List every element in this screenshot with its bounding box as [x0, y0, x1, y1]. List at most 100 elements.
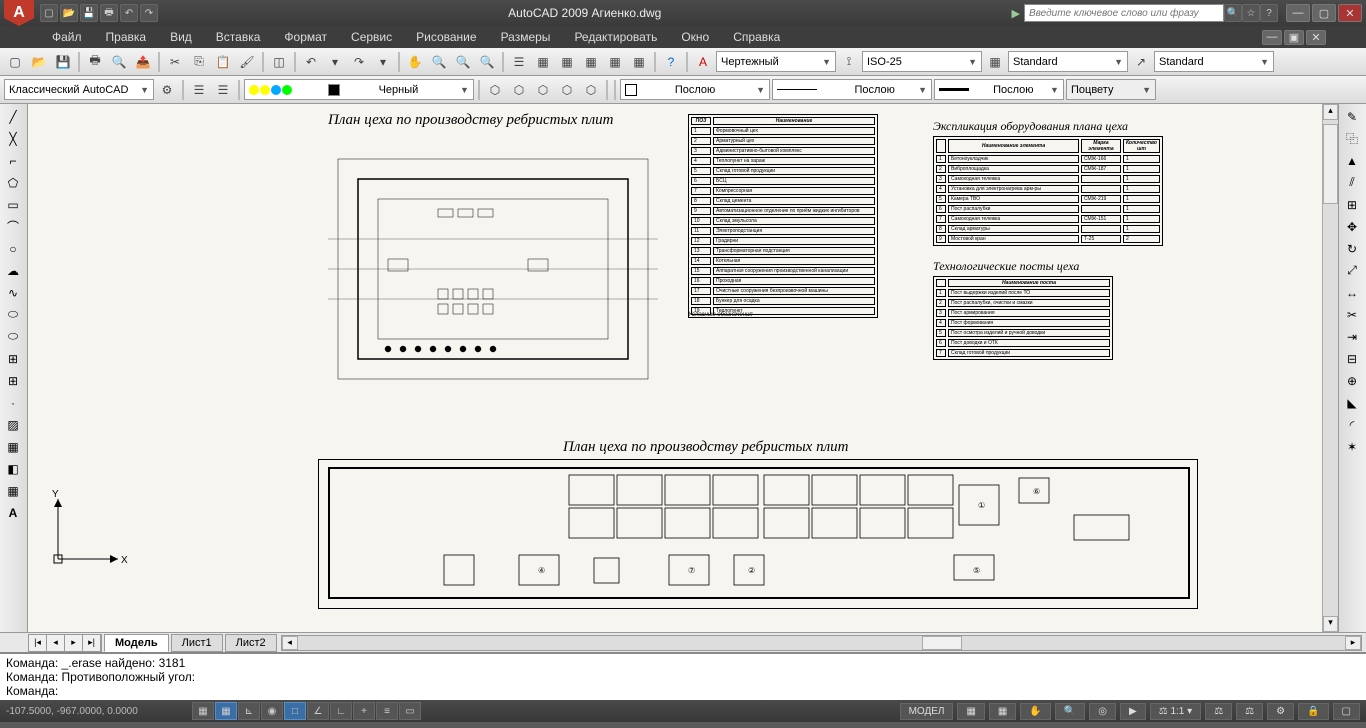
layer-prev-icon[interactable]: ⬡: [580, 79, 602, 101]
save-icon[interactable]: 💾: [52, 51, 74, 73]
table-icon[interactable]: ▦: [2, 480, 24, 501]
quickcalc-icon[interactable]: ▦: [628, 51, 650, 73]
menu-draw[interactable]: Рисование: [404, 26, 488, 48]
spline-icon[interactable]: ∿: [2, 282, 24, 303]
point-icon[interactable]: ·: [2, 392, 24, 413]
linetype-dropdown[interactable]: Послою▼: [772, 79, 932, 100]
ducs-toggle[interactable]: ∟: [330, 702, 352, 720]
pan-icon[interactable]: ✋: [404, 51, 426, 73]
xline-icon[interactable]: ╳: [2, 128, 24, 149]
plot-icon[interactable]: 🖶: [84, 51, 106, 73]
layer-manager-icon[interactable]: ☰: [188, 79, 210, 101]
matchprop-icon[interactable]: 🖌: [236, 51, 258, 73]
minimize-button[interactable]: —: [1286, 4, 1310, 22]
arc-icon[interactable]: ⌒: [2, 216, 24, 237]
textstyle-dropdown[interactable]: Чертежный▼: [716, 51, 836, 72]
workspace-dropdown[interactable]: Классический AutoCAD▼: [4, 79, 154, 100]
dimstyle-dropdown[interactable]: ISO-25▼: [862, 51, 982, 72]
insert-icon[interactable]: ⊞: [2, 348, 24, 369]
plotstyle-dropdown[interactable]: Поцвету▼: [1066, 79, 1156, 100]
scale-icon[interactable]: ⤢: [1341, 260, 1363, 281]
lineweight-dropdown[interactable]: Послою▼: [934, 79, 1064, 100]
menu-modify[interactable]: Редактировать: [562, 26, 669, 48]
menu-window[interactable]: Окно: [669, 26, 721, 48]
new-icon[interactable]: ▢: [4, 51, 26, 73]
redo-dd-icon[interactable]: ▾: [372, 51, 394, 73]
menu-format[interactable]: Формат: [272, 26, 339, 48]
dimstyle-icon[interactable]: ⟟: [838, 51, 860, 73]
quickview-drawings-icon[interactable]: ▦: [989, 703, 1016, 720]
explode-icon[interactable]: ✶: [1341, 436, 1363, 457]
qat-redo-icon[interactable]: ↷: [140, 4, 158, 22]
undo-dd-icon[interactable]: ▾: [324, 51, 346, 73]
rectangle-icon[interactable]: ▭: [2, 194, 24, 215]
layer-freeze-icon[interactable]: ⬡: [532, 79, 554, 101]
ortho-toggle[interactable]: ⊾: [238, 702, 260, 720]
menu-help[interactable]: Справка: [721, 26, 792, 48]
tab-next-icon[interactable]: ▸: [65, 635, 83, 651]
clean-screen-icon[interactable]: ▢: [1333, 703, 1360, 720]
cut-icon[interactable]: ✂: [164, 51, 186, 73]
lwt-toggle[interactable]: ≡: [376, 702, 398, 720]
block-icon[interactable]: ◫: [268, 51, 290, 73]
tab-model[interactable]: Модель: [104, 634, 169, 652]
markup-icon[interactable]: ▦: [604, 51, 626, 73]
mleaderstyle-icon[interactable]: ↗: [1130, 51, 1152, 73]
qat-save-icon[interactable]: 💾: [80, 4, 98, 22]
menu-file[interactable]: Файл: [40, 26, 94, 48]
help-icon2[interactable]: ?: [660, 51, 682, 73]
polyline-icon[interactable]: ⌐: [2, 150, 24, 171]
extend-icon[interactable]: ⇥: [1341, 326, 1363, 347]
chamfer-icon[interactable]: ◣: [1341, 392, 1363, 413]
line-icon[interactable]: ╱: [2, 106, 24, 127]
doc-close-button[interactable]: ✕: [1306, 30, 1326, 45]
annoauto-icon[interactable]: ⚖: [1236, 703, 1263, 720]
zoom-prev-icon[interactable]: 🔍: [452, 51, 474, 73]
trim-icon[interactable]: ✂: [1341, 304, 1363, 325]
polar-toggle[interactable]: ◉: [261, 702, 283, 720]
mleaderstyle-dropdown[interactable]: Standard▼: [1154, 51, 1274, 72]
qat-undo-icon[interactable]: ↶: [120, 4, 138, 22]
stretch-icon[interactable]: ↔: [1341, 282, 1363, 303]
hatch-icon[interactable]: ▨: [2, 414, 24, 435]
quickview-layouts-icon[interactable]: ▦: [957, 703, 984, 720]
paste-icon[interactable]: 📋: [212, 51, 234, 73]
qat-new-icon[interactable]: ▢: [40, 4, 58, 22]
qat-open-icon[interactable]: 📂: [60, 4, 78, 22]
fillet-icon[interactable]: ◜: [1341, 414, 1363, 435]
grid-toggle[interactable]: ▦: [215, 702, 237, 720]
workspace-settings-icon[interactable]: ⚙: [156, 79, 178, 101]
qp-toggle[interactable]: ▭: [399, 702, 421, 720]
qat-print-icon[interactable]: 🖶: [100, 4, 118, 22]
help-icon[interactable]: ?: [1260, 4, 1278, 22]
pan-status-icon[interactable]: ✋: [1020, 703, 1050, 720]
zoom-realtime-icon[interactable]: 🔍: [428, 51, 450, 73]
join-icon[interactable]: ⊕: [1341, 370, 1363, 391]
region-icon[interactable]: ◧: [2, 458, 24, 479]
break-icon[interactable]: ⊟: [1341, 348, 1363, 369]
erase-icon[interactable]: ✎: [1341, 106, 1363, 127]
properties-icon[interactable]: ☰: [508, 51, 530, 73]
nav-arrow-icon[interactable]: ▶: [1012, 7, 1020, 20]
menu-edit[interactable]: Правка: [94, 26, 159, 48]
gradient-icon[interactable]: ▦: [2, 436, 24, 457]
mirror-icon[interactable]: ▲: [1341, 150, 1363, 171]
copy-obj-icon[interactable]: ⿻: [1341, 128, 1363, 149]
revcloud-icon[interactable]: ☁: [2, 260, 24, 281]
info-center-icon[interactable]: ☆: [1242, 4, 1260, 22]
menu-tools[interactable]: Сервис: [339, 26, 404, 48]
osnap-toggle[interactable]: □: [284, 702, 306, 720]
toolbar-lock-icon[interactable]: 🔒: [1298, 703, 1328, 720]
canvas-vscrollbar[interactable]: ▴ ▾: [1322, 104, 1338, 632]
otrack-toggle[interactable]: ∠: [307, 702, 329, 720]
plot-preview-icon[interactable]: 🔍: [108, 51, 130, 73]
menu-view[interactable]: Вид: [158, 26, 204, 48]
drawing-canvas[interactable]: План цеха по производству ребристых плит: [28, 104, 1338, 632]
annovis-icon[interactable]: ⚖: [1205, 703, 1232, 720]
search-go-icon[interactable]: 🔍: [1224, 4, 1242, 22]
offset-icon[interactable]: ⫽: [1341, 172, 1363, 193]
canvas-hscrollbar[interactable]: ◂ ▸: [281, 635, 1362, 651]
mtext-icon[interactable]: A: [2, 502, 24, 523]
color-dropdown[interactable]: Послою▼: [620, 79, 770, 100]
maximize-button[interactable]: ▢: [1312, 4, 1336, 22]
